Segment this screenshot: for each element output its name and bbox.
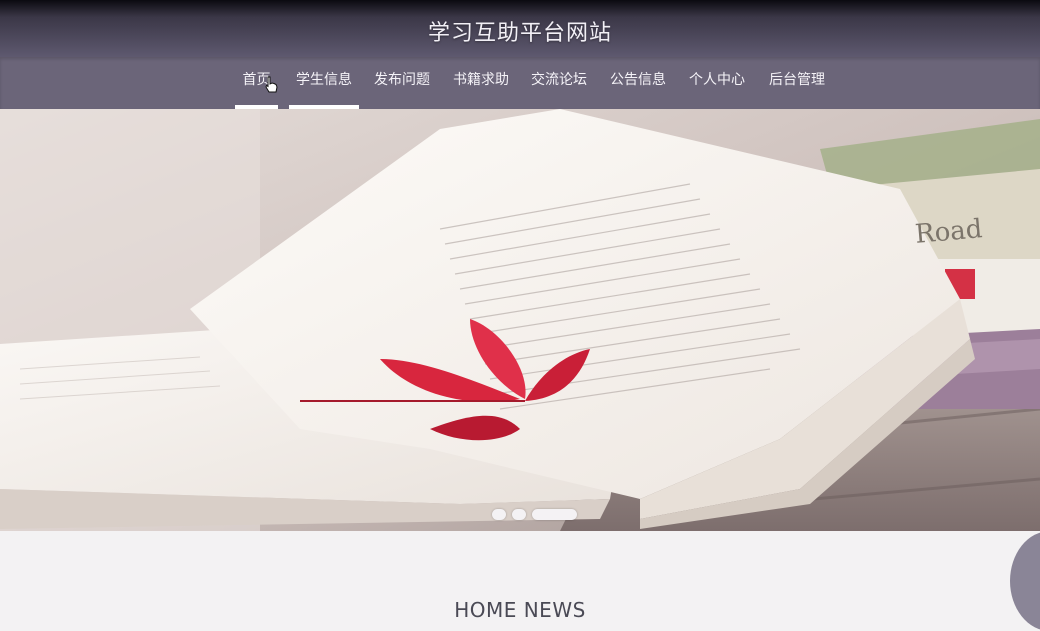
carousel-dot-2[interactable] <box>512 509 526 520</box>
nav-item-book-help[interactable]: 书籍求助 <box>447 57 515 109</box>
nav-item-post-question[interactable]: 发布问题 <box>368 57 436 109</box>
nav-item-admin[interactable]: 后台管理 <box>763 57 831 109</box>
site-title: 学习互助平台网站 <box>427 20 612 46</box>
carousel-dot-1[interactable] <box>492 509 506 520</box>
nav-item-student-info[interactable]: 学生信息 <box>289 57 359 109</box>
banner-image <box>0 109 1040 531</box>
site-header: 学习互助平台网站 <box>0 0 1040 57</box>
carousel-indicators <box>0 509 1040 521</box>
main-nav: 首页 学生信息 发布问题 书籍求助 交流论坛 公告信息 个人中心 后台管理 <box>0 57 1040 109</box>
nav-item-personal-center[interactable]: 个人中心 <box>683 57 751 109</box>
nav-item-announcements[interactable]: 公告信息 <box>604 57 672 109</box>
nav-item-forum[interactable]: 交流论坛 <box>525 57 593 109</box>
book-spine-text: Road <box>913 214 984 250</box>
hero-banner[interactable]: Road <box>0 109 1040 531</box>
section-heading: HOME NEWS <box>454 598 586 622</box>
carousel-dot-3-active[interactable] <box>532 509 577 520</box>
hand-cursor-icon <box>265 76 278 93</box>
